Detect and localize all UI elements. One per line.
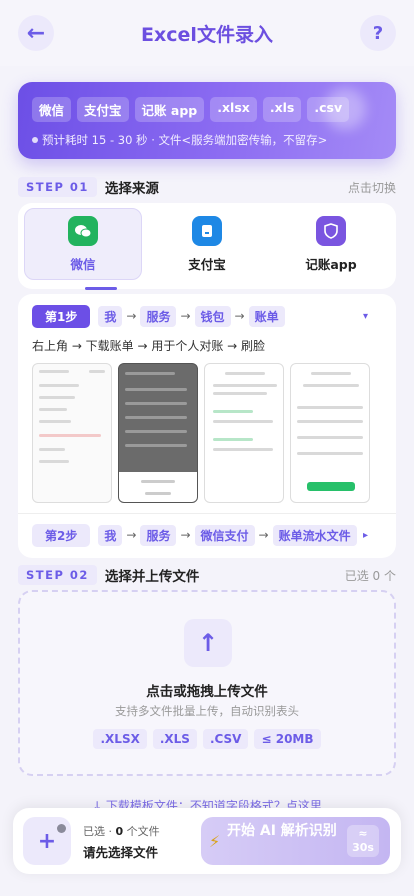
page-title: Excel文件录入 [141, 24, 273, 46]
step2-header: STEP 02 选择并上传文件 已选 0 个 [18, 564, 396, 586]
path-arrow-icon: → [258, 528, 269, 542]
upload-title: 点击或拖拽上传文件 [146, 684, 268, 700]
upload-dropzone[interactable]: ↑ 点击或拖拽上传文件 支持多文件批量上传，自动识别表头 .XLSX .XLS … [18, 590, 396, 776]
source-label: 支付宝 [188, 256, 226, 272]
source-label: 记账app [305, 256, 357, 272]
supported-formats: .XLSX .XLS .CSV ≤ 20MB [20, 729, 394, 749]
path-arrow-icon: → [126, 528, 137, 542]
source-bookkeeping-app[interactable]: 记账app [272, 208, 390, 280]
shield-icon [316, 215, 346, 246]
guide-step2-path: 我 → 服务 → 微信支付 → 账单流水文件 [98, 524, 357, 546]
format-tag: .XLS [152, 729, 197, 749]
source-alipay[interactable]: 支付宝 [148, 208, 266, 280]
guide-screenshot [290, 363, 370, 503]
guide-step1-badge: 第1步 [32, 304, 91, 328]
step-guide: 第1步 我 → 服务 → 钱包 → 账单 ▾ 右上角 → 下载账单 → 用于个人… [18, 294, 396, 558]
step1-tag: STEP 01 [18, 177, 97, 197]
source-selector: 微信 支付宝 记账app [18, 203, 396, 290]
add-file-button[interactable]: + [23, 817, 71, 865]
format-tag: ≤ 20MB [254, 729, 321, 749]
banner-note: 预计耗时 15 - 30 秒 · 文件<服务端加密传输，不留存> [32, 132, 327, 148]
guide-divider [18, 513, 396, 514]
guide-screenshot [118, 363, 198, 503]
header: ← Excel文件录入 ? [0, 0, 414, 66]
step2-tag: STEP 02 [18, 565, 97, 585]
path-arrow-icon: → [126, 309, 137, 323]
guide-step1-description: 右上角 → 下载账单 → 用于个人对账 → 刷脸 [32, 339, 266, 353]
start-ai-parse-button[interactable]: ⚡ 开始 AI 解析识别 ≈ 30s [201, 817, 390, 865]
source-wechat[interactable]: 微信 [24, 208, 142, 280]
help-icon: ? [372, 22, 384, 44]
selected-files-count: 已选 · 0 个文件 [83, 825, 160, 838]
bottom-action-bar: + 已选 · 0 个文件 请先选择文件 ⚡ 开始 AI 解析识别 ≈ 30s [13, 808, 401, 874]
format-chip: .xls [262, 97, 302, 122]
chevron-down-icon[interactable]: ▾ [363, 311, 368, 322]
select-file-hint: 请先选择文件 [83, 845, 159, 860]
format-tag: .XLSX [93, 729, 147, 749]
chevron-right-icon[interactable]: ▸ [363, 530, 368, 541]
path-chip: 我 [98, 305, 123, 327]
active-source-indicator [85, 287, 117, 290]
upload-subtitle: 支持多文件批量上传，自动识别表头 [115, 704, 299, 718]
step2-title: 选择并上传文件 [104, 569, 200, 585]
guide-step1-path: 我 → 服务 → 钱包 → 账单 [98, 305, 285, 327]
guide-step2-row[interactable]: 第2步 我 → 服务 → 微信支付 → 账单流水文件 ▸ [32, 523, 382, 547]
step1-header: STEP 01 选择来源 点击切换 [18, 176, 396, 198]
path-chip: 钱包 [194, 305, 231, 327]
path-chip: 服务 [140, 524, 177, 546]
path-arrow-icon: → [180, 309, 191, 323]
wechat-icon [68, 215, 98, 246]
format-chip: 微信 [32, 97, 72, 122]
bullet-icon [32, 137, 38, 143]
path-chip: 微信支付 [194, 524, 255, 546]
guide-screenshot [32, 363, 112, 503]
path-chip: 服务 [140, 305, 177, 327]
path-arrow-icon: → [234, 309, 245, 323]
format-chip: .csv [307, 97, 350, 122]
lightning-icon: ⚡ [209, 832, 221, 851]
info-banner: 微信 支付宝 记账 app .xlsx .xls .csv 预计耗时 15 - … [18, 82, 396, 159]
path-chip: 账单流水文件 [272, 524, 357, 546]
format-chip: 支付宝 [77, 97, 129, 122]
help-button[interactable]: ? [360, 15, 396, 51]
format-tag: .CSV [202, 729, 249, 749]
format-chip: .xlsx [210, 97, 257, 122]
format-chip: 记账 app [134, 97, 205, 122]
banner-note-text: 预计耗时 15 - 30 秒 · 文件<服务端加密传输，不留存> [42, 133, 328, 147]
path-chip: 账单 [248, 305, 285, 327]
eta-badge: ≈ 30s [347, 825, 379, 857]
selected-count-label: 已选 0 个 [344, 568, 396, 583]
status-dot-icon [57, 824, 66, 833]
guide-screenshot [204, 363, 284, 503]
guide-step2-badge: 第2步 [32, 523, 91, 547]
source-label: 微信 [70, 256, 96, 272]
plus-icon: + [37, 828, 57, 854]
path-arrow-icon: → [180, 528, 191, 542]
guide-step1-row[interactable]: 第1步 我 → 服务 → 钱包 → 账单 ▾ [32, 304, 382, 328]
switch-source-link[interactable]: 点击切换 [348, 179, 396, 196]
step1-title: 选择来源 [104, 181, 159, 197]
path-chip: 我 [98, 524, 123, 546]
upload-arrow-icon: ↑ [184, 619, 232, 667]
start-ai-parse-label: 开始 AI 解析识别 [227, 823, 337, 839]
format-chips: 微信 支付宝 记账 app .xlsx .xls .csv [32, 97, 350, 122]
alipay-icon [192, 215, 222, 246]
guide-screenshots [32, 363, 370, 503]
